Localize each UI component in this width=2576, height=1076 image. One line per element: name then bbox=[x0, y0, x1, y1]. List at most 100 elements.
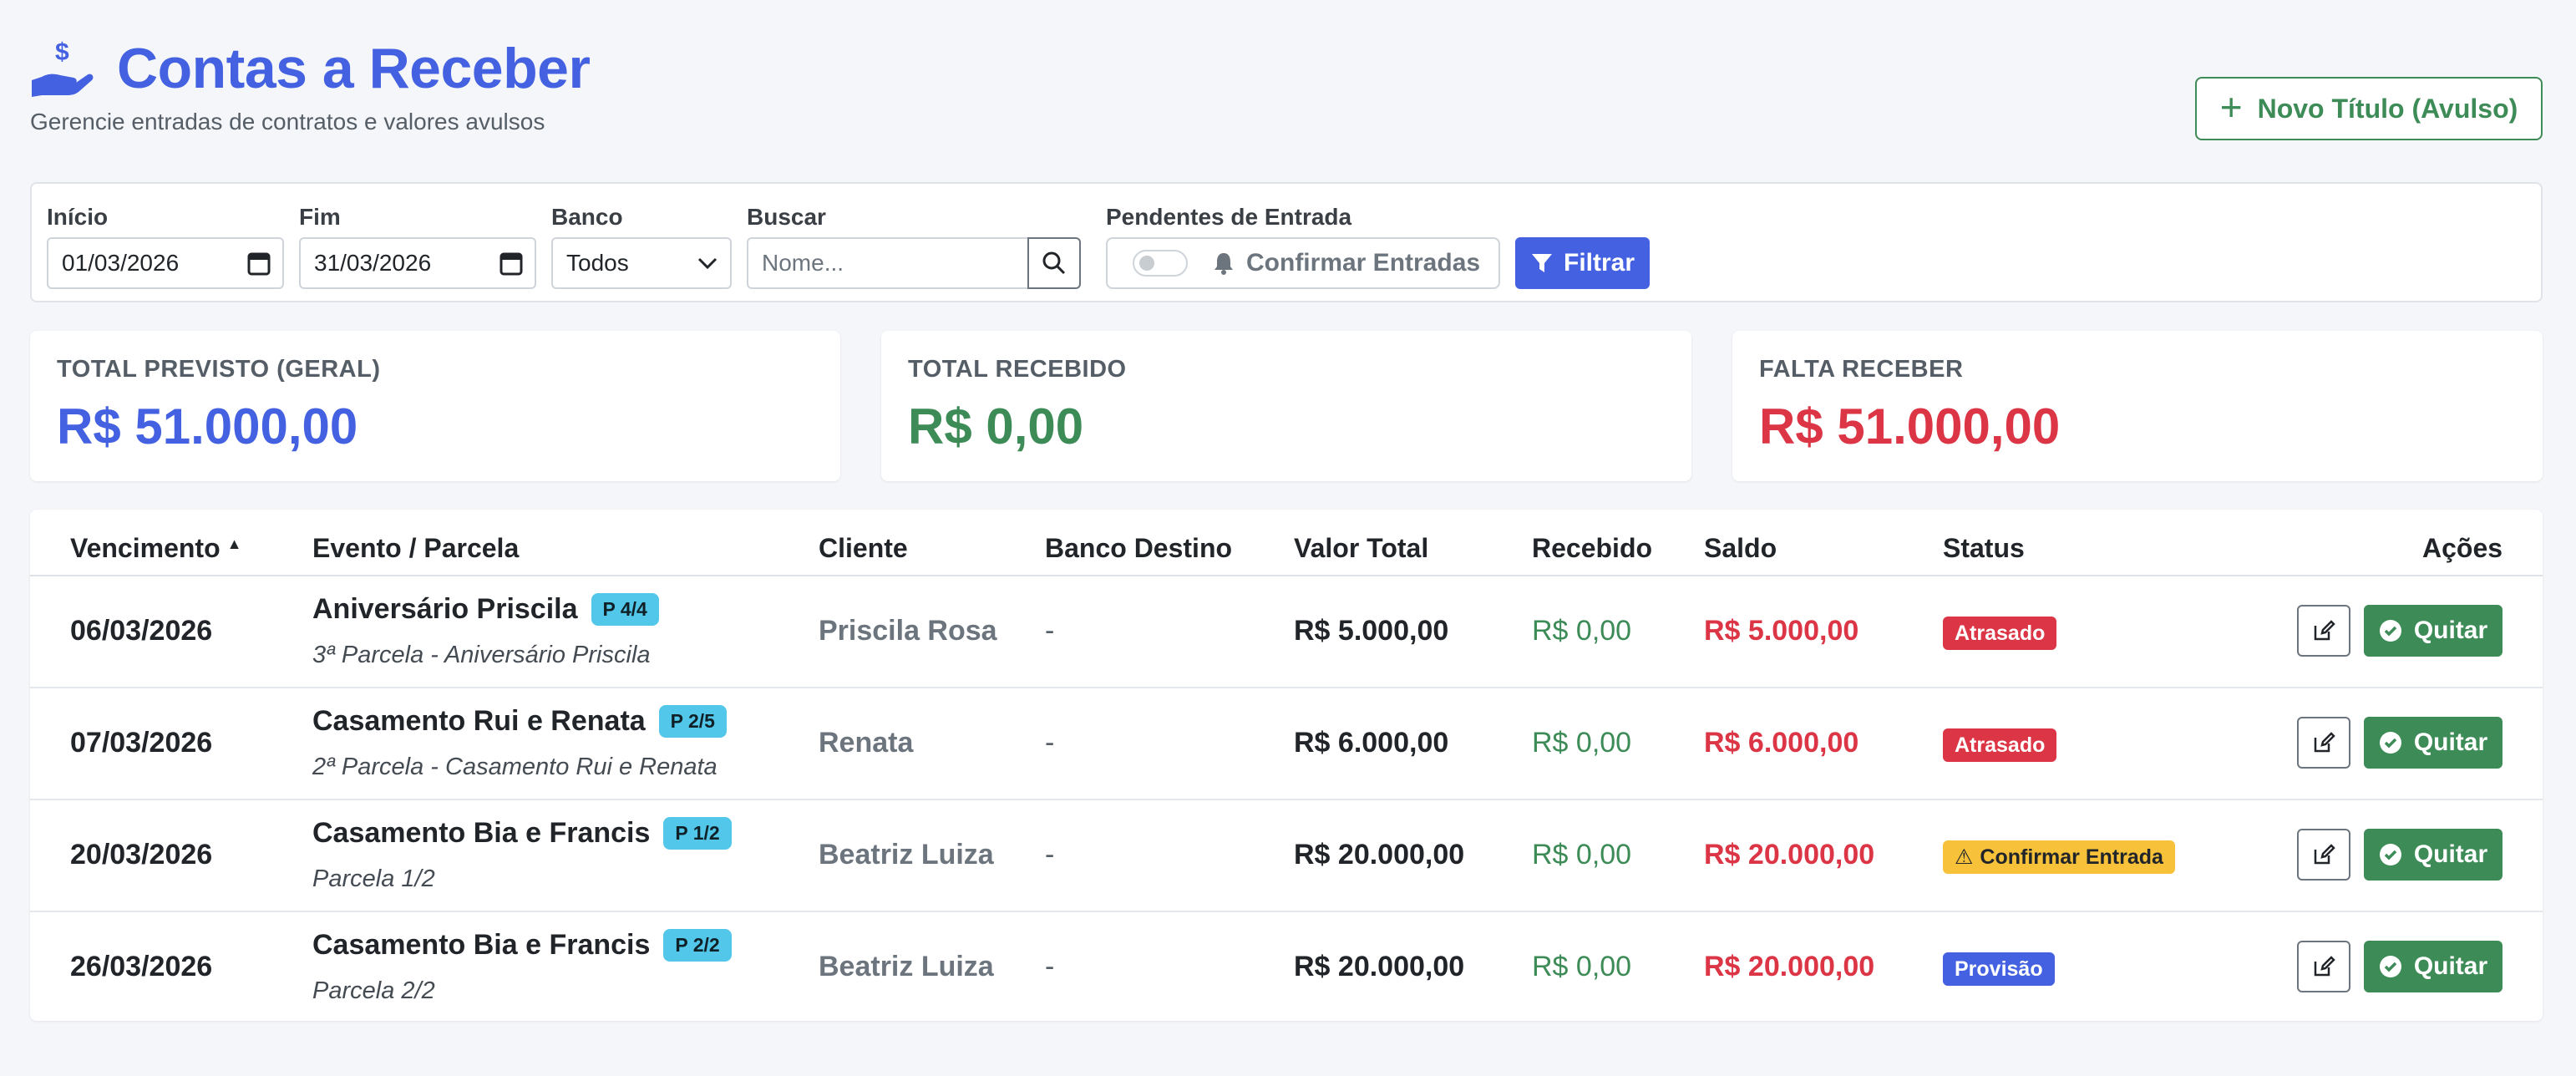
column-header-acoes: Ações bbox=[2422, 533, 2503, 563]
edit-button[interactable] bbox=[2297, 605, 2350, 657]
table-row: 06/03/2026 Aniversário Priscila P 4/4 3ª Pa… bbox=[30, 576, 2543, 688]
event-label: Casamento Rui e Renata bbox=[312, 705, 646, 737]
column-header-vencimento[interactable]: Vencimento ▲ bbox=[70, 533, 241, 564]
check-circle-icon bbox=[2379, 955, 2402, 978]
total-value: R$ 6.000,00 bbox=[1294, 727, 1449, 759]
sort-asc-icon: ▲ bbox=[226, 535, 242, 552]
page-header: $ Contas a Receber Gerencie entradas de … bbox=[30, 33, 591, 135]
stat-total-previsto: TOTAL PREVISTO (GERAL) R$ 51.000,00 bbox=[30, 331, 840, 481]
destination-bank: - bbox=[1045, 615, 1055, 647]
column-header-status: Status bbox=[1943, 533, 2025, 563]
stat-label: TOTAL PREVISTO (GERAL) bbox=[57, 356, 381, 383]
filter-button[interactable]: Filtrar bbox=[1515, 237, 1651, 289]
destination-bank: - bbox=[1045, 727, 1055, 759]
chevron-down-icon bbox=[697, 257, 718, 270]
stat-label: TOTAL RECEBIDO bbox=[908, 356, 1127, 383]
edit-icon bbox=[2312, 955, 2335, 978]
column-header-recebido: Recebido bbox=[1532, 533, 1653, 563]
installment-description: Parcela 1/2 bbox=[312, 865, 435, 892]
status-badge: ⚠ Confirmar Entrada bbox=[1943, 840, 2175, 874]
destination-bank: - bbox=[1045, 951, 1055, 982]
filter-button-label: Filtrar bbox=[1564, 249, 1635, 277]
status-badge: Atrasado bbox=[1943, 617, 2057, 650]
bank-label: Banco bbox=[551, 204, 623, 230]
event-name: Aniversário Priscila P 4/4 bbox=[312, 593, 659, 626]
warning-icon: ⚠ bbox=[1955, 845, 1974, 869]
svg-text:$: $ bbox=[55, 38, 69, 66]
check-circle-icon bbox=[2379, 843, 2402, 866]
client-name: Beatriz Luiza bbox=[819, 839, 994, 870]
edit-button[interactable] bbox=[2297, 829, 2350, 881]
event-name: Casamento Bia e Francis P 1/2 bbox=[312, 817, 732, 850]
confirm-entries-toggle[interactable]: Confirmar Entradas bbox=[1106, 237, 1500, 289]
check-circle-icon bbox=[2379, 619, 2402, 642]
start-date-label: Início bbox=[47, 204, 109, 230]
due-date: 20/03/2026 bbox=[70, 839, 213, 870]
total-value: R$ 20.000,00 bbox=[1294, 951, 1465, 982]
new-title-label: Novo Título (Avulso) bbox=[2257, 93, 2518, 124]
toggle-switch[interactable] bbox=[1133, 250, 1188, 277]
edit-icon bbox=[2312, 619, 2335, 642]
pending-label: Pendentes de Entrada bbox=[1106, 204, 1352, 230]
event-label: Casamento Bia e Francis bbox=[312, 817, 651, 849]
total-value: R$ 20.000,00 bbox=[1294, 839, 1465, 870]
confirm-entries-label: Confirmar Entradas bbox=[1246, 249, 1481, 277]
table-row: 07/03/2026 Casamento Rui e Renata P 2/5 2ª … bbox=[30, 688, 2543, 800]
due-date: 06/03/2026 bbox=[70, 615, 213, 647]
end-date-input[interactable]: 31/03/2026 bbox=[299, 237, 536, 289]
balance-value: R$ 6.000,00 bbox=[1704, 727, 1859, 759]
start-date-value: 01/03/2026 bbox=[62, 250, 180, 276]
new-title-button[interactable]: + Novo Título (Avulso) bbox=[2195, 77, 2543, 140]
settle-button[interactable]: Quitar bbox=[2364, 605, 2502, 657]
settle-button[interactable]: Quitar bbox=[2364, 717, 2502, 769]
table-row: 20/03/2026 Casamento Bia e Francis P 1/2 Pa… bbox=[30, 800, 2543, 912]
plus-icon: + bbox=[2219, 85, 2243, 129]
calendar-icon bbox=[247, 252, 271, 276]
destination-bank: - bbox=[1045, 839, 1055, 870]
column-header-banco: Banco Destino bbox=[1045, 533, 1233, 563]
end-date-label: Fim bbox=[299, 204, 341, 230]
settle-button-label: Quitar bbox=[2413, 952, 2488, 980]
bank-select[interactable]: Todos bbox=[551, 237, 732, 289]
edit-button[interactable] bbox=[2297, 717, 2350, 769]
table-row: 26/03/2026 Casamento Bia e Francis P 2/2 Pa… bbox=[30, 912, 2543, 1024]
search-input[interactable]: Nome... bbox=[747, 237, 1039, 289]
edit-button[interactable] bbox=[2297, 941, 2350, 992]
settle-button-label: Quitar bbox=[2413, 840, 2488, 868]
calendar-icon bbox=[499, 252, 523, 276]
event-label: Aniversário Priscila bbox=[312, 593, 578, 625]
client-name: Renata bbox=[819, 727, 914, 759]
event-name: Casamento Bia e Francis P 2/2 bbox=[312, 929, 732, 962]
settle-button-label: Quitar bbox=[2413, 617, 2488, 644]
filter-bar: Início 01/03/2026 Fim 31/03/2026 Banco T… bbox=[30, 182, 2543, 302]
status-label: Provisão bbox=[1955, 957, 2043, 981]
stat-value: R$ 0,00 bbox=[908, 398, 1084, 454]
received-value: R$ 0,00 bbox=[1532, 615, 1632, 647]
start-date-input[interactable]: 01/03/2026 bbox=[47, 237, 284, 289]
stat-total-recebido: TOTAL RECEBIDO R$ 0,00 bbox=[881, 331, 1691, 481]
search-button[interactable] bbox=[1027, 237, 1081, 289]
settle-button[interactable]: Quitar bbox=[2364, 941, 2502, 992]
due-date: 07/03/2026 bbox=[70, 727, 213, 759]
balance-value: R$ 5.000,00 bbox=[1704, 615, 1859, 647]
edit-icon bbox=[2312, 843, 2335, 866]
client-name: Beatriz Luiza bbox=[819, 951, 994, 982]
end-date-value: 31/03/2026 bbox=[314, 250, 432, 276]
due-date: 26/03/2026 bbox=[70, 951, 213, 982]
installment-description: 3ª Parcela - Aniversário Priscila bbox=[312, 642, 651, 668]
installment-badge: P 4/4 bbox=[591, 593, 659, 626]
column-header-evento: Evento / Parcela bbox=[312, 533, 520, 563]
installment-badge: P 2/5 bbox=[658, 705, 727, 738]
receivables-table: Vencimento ▲ Evento / Parcela Cliente Ba… bbox=[30, 510, 2543, 1021]
installment-description: Parcela 2/2 bbox=[312, 977, 435, 1004]
settle-button[interactable]: Quitar bbox=[2364, 829, 2502, 881]
column-header-valor-total: Valor Total bbox=[1294, 533, 1429, 563]
received-value: R$ 0,00 bbox=[1532, 727, 1632, 759]
event-label: Casamento Bia e Francis bbox=[312, 929, 651, 961]
bank-select-value: Todos bbox=[566, 250, 629, 276]
received-value: R$ 0,00 bbox=[1532, 951, 1632, 982]
search-placeholder: Nome... bbox=[762, 250, 844, 276]
event-name: Casamento Rui e Renata P 2/5 bbox=[312, 705, 727, 738]
bell-icon bbox=[1214, 253, 1233, 275]
status-label: Confirmar Entrada bbox=[1980, 845, 2163, 869]
